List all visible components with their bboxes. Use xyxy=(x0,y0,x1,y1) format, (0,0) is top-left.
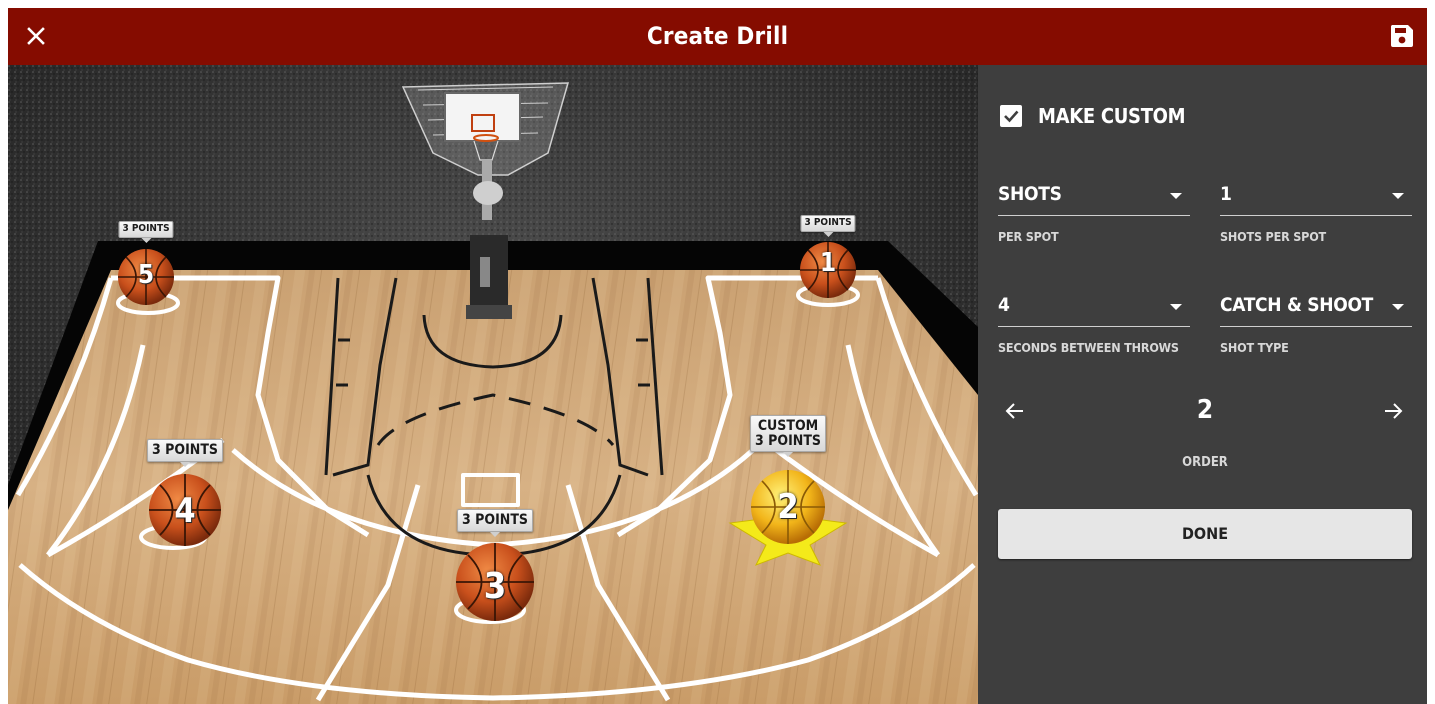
order-prev-button[interactable] xyxy=(1000,396,1030,426)
order-next-button[interactable] xyxy=(1378,396,1408,426)
app-header: Create Drill xyxy=(8,8,1427,65)
spot-5-label: 3 POINTS xyxy=(118,221,174,242)
page-title: Create Drill xyxy=(646,22,789,50)
spot-5-number: 5 xyxy=(137,260,155,290)
make-custom-checkbox[interactable] xyxy=(1000,105,1022,127)
drill-settings-panel: MAKE CUSTOM SHOTS PER SPOT 1 SHOTS PER S… xyxy=(978,65,1427,704)
shots-per-spot-value: 1 xyxy=(1220,183,1232,205)
spot-1-number: 1 xyxy=(819,248,837,278)
spot-2-label-points: 3 POINTS xyxy=(755,432,821,449)
done-button[interactable]: DONE xyxy=(998,509,1412,559)
floppy-disk-icon xyxy=(1390,25,1413,47)
seconds-between-throws-caption: SECONDS BETWEEN THROWS xyxy=(998,340,1179,355)
spot-2-number: 2 xyxy=(777,487,799,527)
seconds-between-throws-value: 4 xyxy=(998,294,1010,316)
shots-per-spot-caption: SHOTS PER SPOT xyxy=(1220,229,1327,244)
make-custom-label: MAKE CUSTOM xyxy=(1038,104,1186,128)
spot-3-number: 3 xyxy=(483,565,507,607)
spot-1[interactable]: 3 POINTS 1 xyxy=(800,215,856,299)
make-custom-toggle[interactable]: MAKE CUSTOM xyxy=(1000,103,1186,129)
shots-select[interactable]: SHOTS xyxy=(998,179,1190,216)
arrow-left-icon xyxy=(1005,403,1023,419)
save-button[interactable] xyxy=(1387,21,1417,51)
spot-3[interactable]: 3 POINTS 3 xyxy=(456,509,534,624)
order-caption: ORDER xyxy=(1182,455,1228,470)
spot-2-label: CUSTOM 3 POINTS xyxy=(750,415,826,458)
shots-caption: PER SPOT xyxy=(998,229,1059,244)
arrow-right-icon xyxy=(1385,403,1403,419)
court-view[interactable]: 3 POINTS 5 3 POINTS 1 3 POINTS 4 3 POINT… xyxy=(8,65,978,704)
shots-select-value: SHOTS xyxy=(998,183,1062,205)
chevron-down-icon xyxy=(1170,193,1182,199)
shot-type-value: CATCH & SHOOT xyxy=(1220,294,1374,316)
spot-4[interactable]: 3 POINTS 4 xyxy=(147,439,223,549)
shot-type-caption: SHOT TYPE xyxy=(1220,340,1289,355)
order-value: 2 xyxy=(1196,395,1214,425)
seconds-between-throws-select[interactable]: 4 xyxy=(998,290,1190,327)
spot-3-label: 3 POINTS xyxy=(457,509,533,537)
spot-1-label: 3 POINTS xyxy=(800,215,856,236)
spot-2-label-custom: CUSTOM xyxy=(757,418,819,434)
app-window: Create Drill 3 POINTS 5 3 POINTS 1 3 POI… xyxy=(8,8,1427,704)
chevron-down-icon xyxy=(1392,193,1404,199)
shot-type-field: CATCH & SHOOT SHOT TYPE xyxy=(1220,290,1412,355)
shots-field: SHOTS PER SPOT xyxy=(998,179,1190,244)
chevron-down-icon xyxy=(1170,304,1182,310)
spot-4-number: 4 xyxy=(174,491,196,531)
spot-4-label: 3 POINTS xyxy=(147,439,223,467)
shots-per-spot-field: 1 SHOTS PER SPOT xyxy=(1220,179,1412,244)
checkmark-icon xyxy=(1004,110,1019,123)
spot-5[interactable]: 3 POINTS 5 xyxy=(118,221,174,305)
chevron-down-icon xyxy=(1392,304,1404,310)
shots-per-spot-select[interactable]: 1 xyxy=(1220,179,1412,216)
shot-type-select[interactable]: CATCH & SHOOT xyxy=(1220,290,1412,327)
seconds-between-throws-field: 4 SECONDS BETWEEN THROWS xyxy=(998,290,1190,355)
spot-2[interactable]: CUSTOM 3 POINTS 2 xyxy=(750,415,826,547)
